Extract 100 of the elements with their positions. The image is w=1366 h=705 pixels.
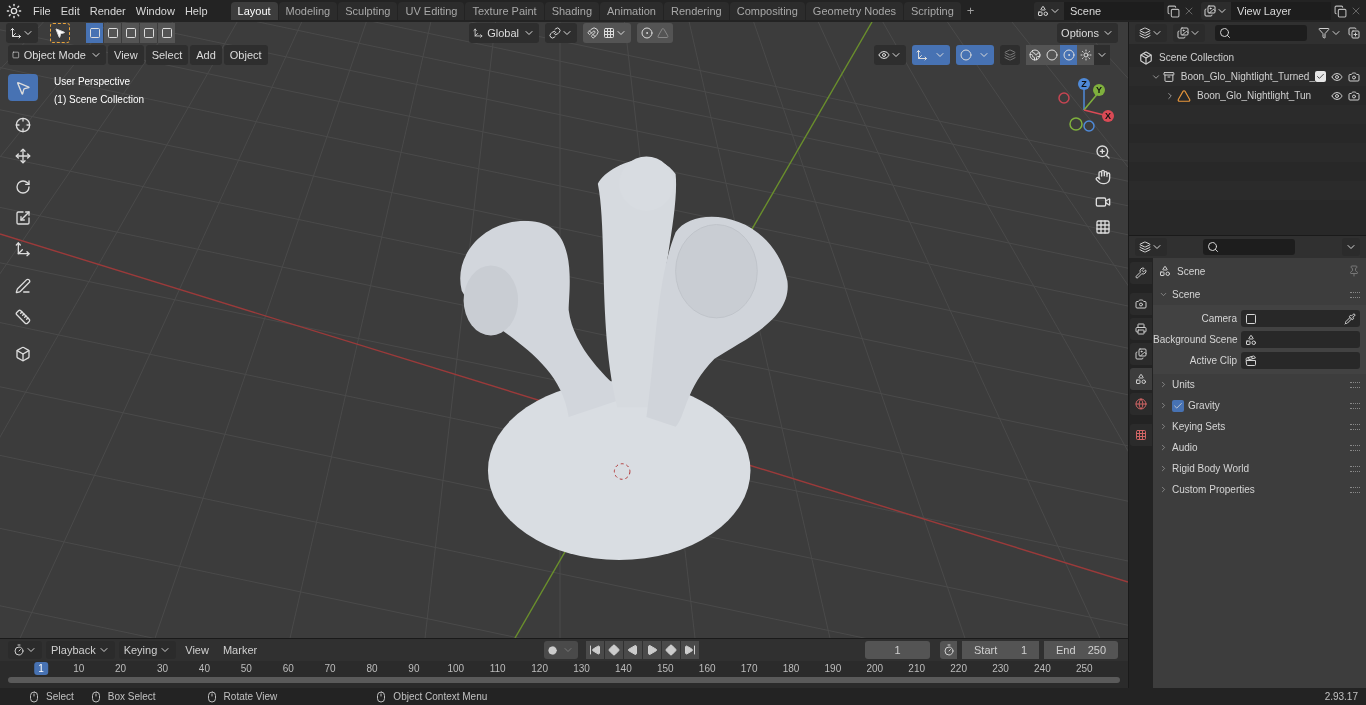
- timeline-menu-item[interactable]: Marker: [217, 641, 263, 659]
- panel-header[interactable]: Units: [1172, 377, 1195, 392]
- shading-mode-button[interactable]: [1077, 45, 1094, 65]
- editor-type-button[interactable]: [6, 23, 38, 43]
- duplicate-icon[interactable]: [1167, 4, 1180, 18]
- workspace-tab[interactable]: Texture Paint: [465, 2, 544, 20]
- play-reverse-button[interactable]: [624, 641, 643, 659]
- close-icon[interactable]: [1183, 5, 1195, 17]
- view-layer-selector-button[interactable]: [1201, 2, 1231, 20]
- drag-handle-icon[interactable]: [1350, 486, 1360, 493]
- jump-to-end-button[interactable]: [681, 641, 700, 659]
- scene-name-field[interactable]: Scene: [1064, 2, 1164, 20]
- timeline-menu-item[interactable]: Keying: [118, 641, 177, 659]
- timeline-menu-item[interactable]: Playback: [46, 641, 115, 659]
- selection-mode-button[interactable]: [86, 23, 103, 43]
- record-button[interactable]: [544, 641, 579, 659]
- eyedropper-icon[interactable]: [1344, 312, 1356, 325]
- workspace-tab[interactable]: UV Editing: [398, 2, 465, 20]
- search-field[interactable]: [1215, 25, 1307, 41]
- pivot-dropdown[interactable]: [545, 23, 577, 43]
- editor-type-button[interactable]: [8, 641, 42, 659]
- xray-button[interactable]: [1000, 45, 1020, 65]
- outliner-item[interactable]: Boon_Glo_Nightlight_Turned_: [1180, 69, 1315, 84]
- select-tool-button[interactable]: [8, 74, 38, 101]
- view-layer-properties-tab[interactable]: [1130, 343, 1152, 365]
- drag-handle-icon[interactable]: [1350, 402, 1360, 409]
- gizmo-toggle-button[interactable]: [912, 45, 950, 65]
- exclude-checkbox[interactable]: [1315, 71, 1326, 82]
- workspace-tab[interactable]: Layout: [230, 2, 278, 20]
- next-keyframe-button[interactable]: [662, 641, 681, 659]
- workspace-tab[interactable]: Rendering: [663, 2, 729, 20]
- drag-handle-icon[interactable]: [1350, 291, 1360, 298]
- visibility-icon[interactable]: [1331, 89, 1343, 102]
- shading-mode-button[interactable]: [1026, 45, 1043, 65]
- render-properties-tab[interactable]: [1130, 293, 1152, 315]
- hand-icon[interactable]: [1095, 169, 1111, 185]
- texture-properties-tab[interactable]: [1130, 424, 1152, 446]
- view-layer-name-field[interactable]: View Layer: [1231, 2, 1331, 20]
- selection-mode-button[interactable]: [122, 23, 139, 43]
- panel-header[interactable]: Custom Properties: [1172, 482, 1255, 497]
- shading-mode-button[interactable]: [1043, 45, 1060, 65]
- end-frame-field[interactable]: End 250: [1044, 641, 1118, 659]
- pin-icon[interactable]: [1348, 265, 1360, 277]
- property-field[interactable]: [1241, 331, 1360, 348]
- overlay-toggle-button[interactable]: [956, 45, 994, 65]
- tool-properties-tab[interactable]: [1130, 262, 1152, 284]
- drag-handle-icon[interactable]: [1350, 381, 1360, 388]
- navigation-gizmo-drawing[interactable]: Z Y X: [1056, 76, 1120, 132]
- shading-mode-button[interactable]: [1060, 45, 1077, 65]
- output-properties-tab[interactable]: [1130, 318, 1152, 340]
- panel-header[interactable]: Keying Sets: [1172, 419, 1226, 434]
- stopwatch-button[interactable]: [940, 641, 957, 659]
- header-menu-item[interactable]: Object: [223, 45, 268, 65]
- outliner-item[interactable]: Scene Collection: [1159, 50, 1235, 65]
- options-dropdown[interactable]: Options: [1057, 23, 1118, 43]
- outliner-item[interactable]: Boon_Glo_Nightlight_Tun: [1197, 88, 1312, 103]
- workspace-tab[interactable]: Animation: [600, 2, 663, 20]
- current-frame-field[interactable]: 1: [865, 641, 930, 659]
- frame-number[interactable]: 1: [34, 662, 48, 675]
- header-menu-item[interactable]: Select: [145, 45, 189, 65]
- menu-item[interactable]: Window: [130, 2, 180, 20]
- panel-header[interactable]: Rigid Body World: [1172, 461, 1250, 476]
- header-menu-item[interactable]: View: [108, 45, 144, 65]
- scene-selector-button[interactable]: [1034, 2, 1064, 20]
- workspace-tab[interactable]: Compositing: [729, 2, 805, 20]
- timeline-scrollbar[interactable]: [8, 677, 1120, 683]
- selection-mode-button[interactable]: [140, 23, 157, 43]
- tool-selector-button[interactable]: [50, 23, 70, 43]
- display-mode-button[interactable]: [1173, 24, 1205, 42]
- timeline-menu-item[interactable]: View: [180, 641, 214, 659]
- close-icon[interactable]: [1350, 5, 1362, 17]
- editor-type-button[interactable]: [1135, 24, 1167, 42]
- mode-dropdown[interactable]: Object Mode: [8, 45, 106, 65]
- app-logo-icon[interactable]: [6, 3, 22, 19]
- camera-icon[interactable]: [1095, 194, 1111, 210]
- jump-to-start-button[interactable]: [586, 641, 605, 659]
- visibility-dropdown[interactable]: [874, 45, 906, 65]
- render-visibility-icon[interactable]: [1348, 89, 1360, 102]
- panel-header[interactable]: Audio: [1172, 440, 1198, 455]
- workspace-tab[interactable]: Modeling: [278, 2, 338, 20]
- property-field[interactable]: [1241, 352, 1360, 369]
- selection-mode-button[interactable]: [158, 23, 175, 43]
- options-dropdown[interactable]: [1342, 238, 1360, 256]
- previous-keyframe-button[interactable]: [605, 641, 624, 659]
- workspace-tab[interactable]: Geometry Nodes: [805, 2, 903, 20]
- search-field[interactable]: [1203, 239, 1295, 255]
- new-collection-icon[interactable]: [1348, 27, 1360, 39]
- visibility-icon[interactable]: [1331, 70, 1343, 83]
- header-menu-item[interactable]: Add: [190, 45, 222, 65]
- shading-options-button[interactable]: [1094, 45, 1110, 65]
- proportional-editing-button[interactable]: [637, 23, 673, 43]
- menu-item[interactable]: Edit: [55, 2, 85, 20]
- add-workspace-button[interactable]: +: [961, 2, 980, 20]
- menu-item[interactable]: Render: [84, 2, 131, 20]
- snap-button[interactable]: [583, 23, 631, 43]
- drag-handle-icon[interactable]: [1350, 423, 1360, 430]
- zoom-icon[interactable]: [1095, 144, 1111, 160]
- menu-item[interactable]: Help: [179, 2, 213, 20]
- menu-item[interactable]: File: [28, 2, 56, 20]
- duplicate-icon[interactable]: [1334, 4, 1347, 18]
